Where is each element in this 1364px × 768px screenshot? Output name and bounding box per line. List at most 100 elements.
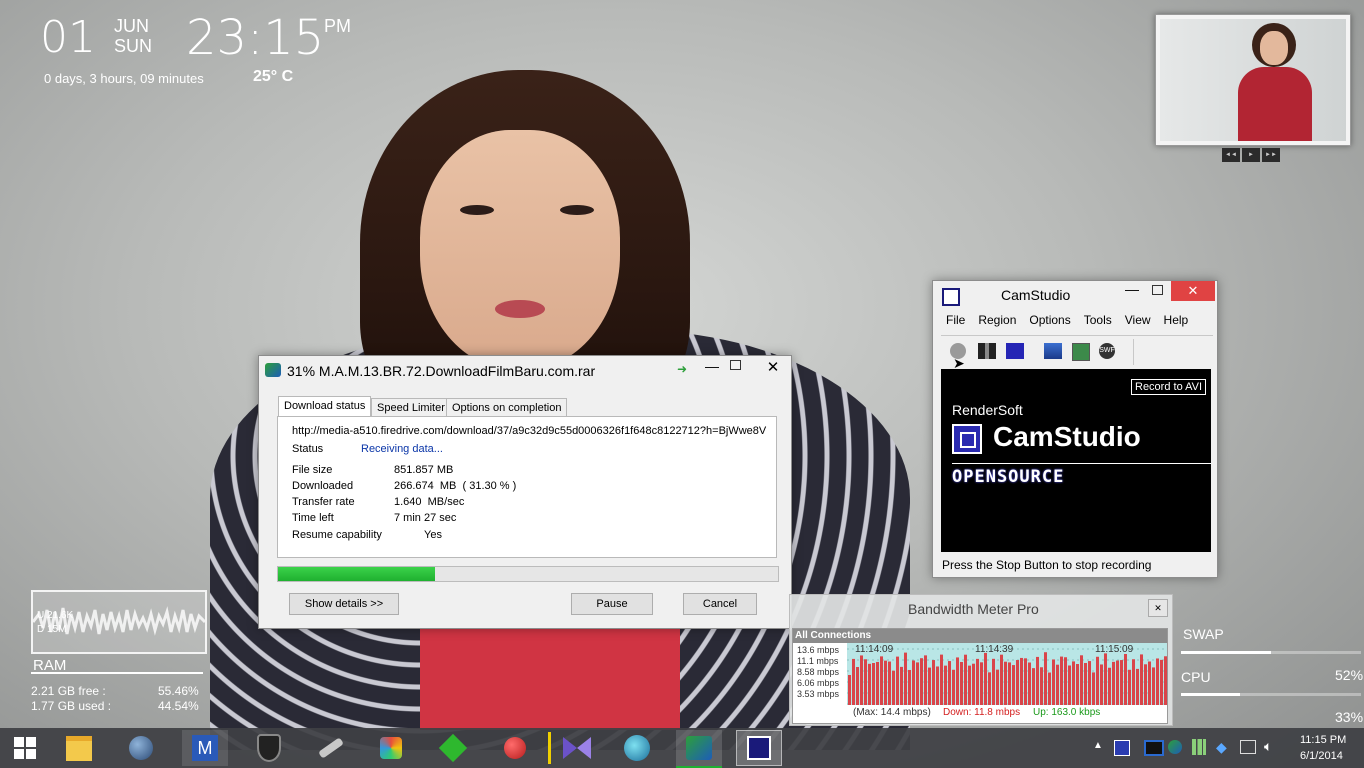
cpu-label: CPU: [1181, 669, 1211, 685]
y-label: 8.58 mbps: [797, 667, 840, 677]
idm-minimize-to-tray-icon[interactable]: ➜: [677, 362, 687, 376]
pause-record-button[interactable]: [978, 343, 996, 359]
swf-producer-icon[interactable]: SWF: [1099, 343, 1115, 359]
taskbar-date[interactable]: 6/1/2014: [1300, 750, 1343, 762]
bandwidth-meter-window: Bandwidth Meter Pro ✕ All Connections 13…: [789, 594, 1173, 726]
menu-file[interactable]: File: [946, 313, 965, 327]
bandwidth-section-bar: All Connections: [793, 629, 1167, 643]
uptime-text: 0 days, 3 hours, 09 minutes: [44, 71, 204, 86]
file-explorer-icon[interactable]: [62, 731, 96, 765]
camstudio-close-button[interactable]: ✕: [1171, 281, 1215, 301]
bandwidth-bar: [1164, 656, 1167, 705]
clock-day: 01: [40, 12, 96, 63]
resume-capability-value: Yes: [424, 529, 442, 541]
bandwidth-bar: [888, 661, 891, 705]
clock-time: 23:15: [186, 10, 325, 66]
menu-options[interactable]: Options: [1029, 313, 1070, 327]
bandwidth-bar: [912, 660, 915, 705]
tab-speed-limiter[interactable]: Speed Limiter: [371, 398, 451, 418]
tray-dropbox-icon[interactable]: ◆: [1216, 739, 1227, 756]
menu-help[interactable]: Help: [1164, 313, 1189, 327]
bandwidth-bar: [940, 654, 943, 705]
media-prev-button[interactable]: ◄◄: [1222, 148, 1240, 162]
bandwidth-bar: [856, 667, 859, 705]
y-label: 6.06 mbps: [797, 678, 840, 688]
windows-start-icon[interactable]: [8, 731, 42, 765]
wallpaper-lips: [495, 300, 545, 318]
stop-record-button[interactable]: [1006, 343, 1024, 359]
media-play-button[interactable]: ►: [1242, 148, 1260, 162]
idm-icon[interactable]: [676, 730, 722, 768]
swap-bar: [1181, 651, 1361, 654]
tray-show-hidden-icon[interactable]: ▲: [1093, 740, 1103, 751]
bandwidth-bar: [884, 660, 887, 705]
taskbar-time[interactable]: 11:15 PM: [1300, 734, 1346, 746]
bandwidth-bar: [984, 652, 987, 705]
network-globe-icon[interactable]: [124, 731, 158, 765]
taskbar: M ▲ ◆ 🔈︎ 11:15 PM 6/1/2014: [0, 728, 1364, 768]
tray-network-icon[interactable]: [1240, 740, 1256, 754]
idm-close-button[interactable]: ✕: [757, 357, 789, 379]
ram-free-text: 2.21 GB free :: [31, 684, 106, 698]
bandwidth-bar: [972, 663, 975, 705]
bandwidth-bar: [952, 669, 955, 705]
tray-camstudio-icon[interactable]: [1114, 740, 1130, 756]
shield-icon[interactable]: [252, 731, 286, 765]
camstudio-icon[interactable]: [736, 730, 782, 766]
bandwidth-bar: [1144, 664, 1147, 705]
idm-title: 31% M.A.M.13.BR.72.DownloadFilmBaru.com.…: [287, 363, 596, 379]
cpu-bar-fill: [1181, 693, 1241, 696]
bandwidth-bar: [1064, 657, 1067, 705]
bandwidth-bar: [1156, 658, 1159, 705]
camstudio-minimize-button[interactable]: —: [1125, 281, 1139, 297]
bandwidth-bar: [1016, 660, 1019, 705]
menu-region[interactable]: Region: [978, 313, 1016, 327]
y-label: 11.1 mbps: [797, 656, 839, 666]
tray-bandwidth-icon[interactable]: [1192, 739, 1206, 755]
annotation-icon[interactable]: [1072, 343, 1090, 361]
bandwidth-bar: [1072, 661, 1075, 705]
paint-icon[interactable]: [374, 731, 408, 765]
bandwidth-bar: [1020, 657, 1023, 705]
pause-button[interactable]: Pause: [571, 593, 653, 615]
bandwidth-close-button[interactable]: ✕: [1148, 599, 1168, 617]
time-left-value: 7 min 27 sec: [394, 512, 457, 524]
region-icon[interactable]: [1044, 343, 1062, 359]
globe-icon[interactable]: [620, 731, 654, 765]
bandwidth-bar: [1056, 664, 1059, 705]
bandwidth-bar: [1092, 672, 1095, 705]
tab-options-on-completion[interactable]: Options on completion: [446, 398, 568, 418]
bandwidth-bar: [1060, 656, 1063, 705]
camstudio-logo-icon: [952, 424, 982, 454]
tray-monitor-icon[interactable]: [1144, 740, 1164, 756]
clock-ampm: PM: [324, 16, 351, 36]
bandwidth-down: Down: 11.8 mbps: [943, 707, 1021, 718]
show-details-button[interactable]: Show details >>: [289, 593, 399, 615]
tab-download-status[interactable]: Download status: [278, 396, 372, 417]
apple-icon[interactable]: [498, 731, 532, 765]
bandwidth-bar: [948, 661, 951, 705]
menu-view[interactable]: View: [1125, 313, 1151, 327]
bandwidth-bar: [908, 669, 911, 705]
bowtie-icon[interactable]: [560, 731, 594, 765]
swap-label: SWAP: [1183, 626, 1224, 642]
tray-volume-icon[interactable]: 🔈︎: [1264, 738, 1272, 755]
idm-maximize-button[interactable]: [730, 360, 741, 370]
bandwidth-bar: [1012, 665, 1015, 705]
bandwidth-time-2: 11:14:39: [975, 644, 1014, 655]
f-app-icon[interactable]: [436, 731, 470, 765]
camstudio-menubar: File Region Options Tools View Help: [946, 313, 1201, 327]
ram-used-text: 1.77 GB used :: [31, 699, 112, 713]
transfer-rate-value: 1.640 MB/sec: [394, 496, 465, 508]
idm-minimize-button[interactable]: —: [705, 358, 719, 374]
bandwidth-bar: [876, 661, 879, 705]
menu-tools[interactable]: Tools: [1084, 313, 1112, 327]
cancel-button[interactable]: Cancel: [683, 593, 757, 615]
camstudio-window: CamStudio — ✕ File Region Options Tools View…: [932, 280, 1218, 578]
bandwidth-bar: [964, 654, 967, 705]
camstudio-maximize-button[interactable]: [1152, 285, 1163, 295]
tray-idm-icon[interactable]: [1168, 740, 1182, 754]
media-next-button[interactable]: ►►: [1262, 148, 1280, 162]
m-app-icon[interactable]: M: [182, 730, 228, 766]
wrench-icon[interactable]: [314, 731, 348, 765]
